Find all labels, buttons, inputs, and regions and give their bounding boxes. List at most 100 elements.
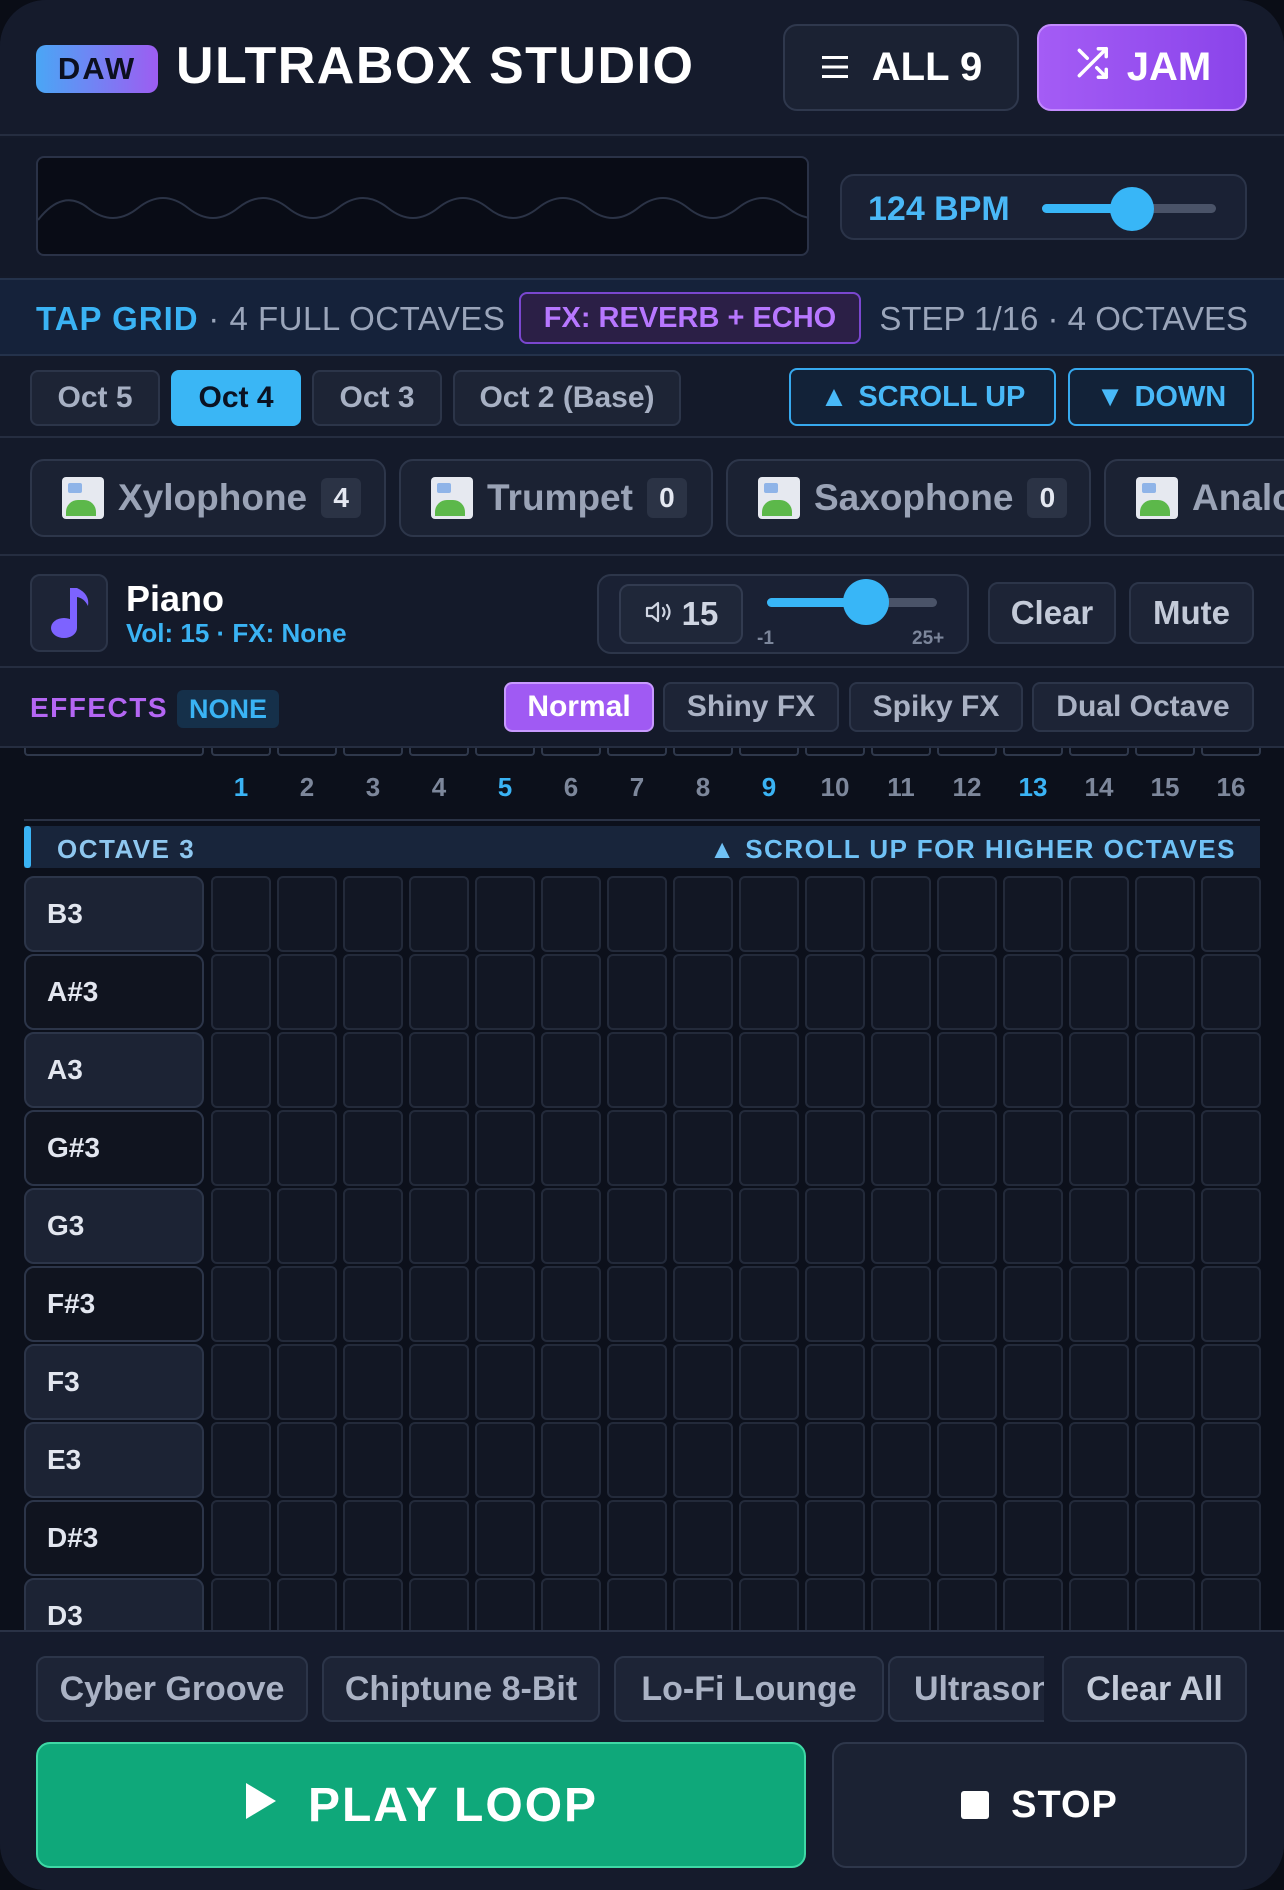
grid-cell[interactable] — [871, 1500, 931, 1576]
grid-cell[interactable] — [673, 1188, 733, 1264]
grid-cell[interactable] — [937, 1578, 997, 1630]
grid-cell[interactable] — [1069, 1032, 1129, 1108]
note-label[interactable]: E3 — [24, 1422, 204, 1498]
grid-cell[interactable] — [607, 1188, 667, 1264]
grid-cell[interactable] — [541, 1032, 601, 1108]
grid-cell[interactable] — [475, 1110, 535, 1186]
grid-cell[interactable] — [343, 1344, 403, 1420]
grid-cell[interactable] — [805, 1422, 865, 1498]
grid-cell[interactable] — [1201, 1188, 1261, 1264]
grid-cell[interactable] — [343, 1110, 403, 1186]
grid-cell[interactable] — [277, 954, 337, 1030]
grid-cell[interactable] — [805, 1344, 865, 1420]
grid-cell[interactable] — [871, 876, 931, 952]
grid-cell[interactable] — [607, 1422, 667, 1498]
grid-cell[interactable] — [739, 954, 799, 1030]
grid-cell[interactable] — [673, 954, 733, 1030]
note-label[interactable]: F#3 — [24, 1266, 204, 1342]
grid-cell[interactable] — [1201, 1578, 1261, 1630]
grid-cell[interactable] — [805, 1266, 865, 1342]
note-label[interactable]: D#3 — [24, 1500, 204, 1576]
grid-cell[interactable] — [1069, 1188, 1129, 1264]
grid-cell[interactable] — [1069, 1422, 1129, 1498]
grid-cell[interactable] — [211, 1032, 271, 1108]
grid-cell[interactable] — [211, 954, 271, 1030]
octave-tab-2[interactable]: Oct 2 (Base) — [453, 370, 681, 426]
volume-slider-thumb[interactable] — [842, 579, 889, 625]
grid-cell[interactable] — [409, 1500, 469, 1576]
grid-cell[interactable] — [1135, 876, 1195, 952]
grid-cell[interactable] — [607, 954, 667, 1030]
grid-cell[interactable] — [541, 1422, 601, 1498]
grid-cell[interactable] — [805, 954, 865, 1030]
clear-all-button[interactable]: Clear All — [1062, 1656, 1247, 1722]
preset-chiptune[interactable]: Chiptune 8-Bit — [322, 1656, 600, 1722]
scroll-down-button[interactable]: ▼ DOWN — [1068, 368, 1254, 426]
grid-cell[interactable] — [277, 1500, 337, 1576]
grid-cell[interactable] — [1201, 876, 1261, 952]
grid-cell[interactable] — [1135, 1032, 1195, 1108]
grid-cell[interactable] — [541, 1500, 601, 1576]
effect-dual-octave-button[interactable]: Dual Octave — [1032, 682, 1254, 732]
instrument-analog[interactable]: Analo — [1104, 459, 1284, 537]
grid-cell[interactable] — [673, 1422, 733, 1498]
grid-cell[interactable] — [607, 1110, 667, 1186]
grid-cell[interactable] — [541, 1188, 601, 1264]
grid-cell[interactable] — [211, 1110, 271, 1186]
grid-cell[interactable] — [1135, 1500, 1195, 1576]
grid-cell[interactable] — [607, 1344, 667, 1420]
grid-cell[interactable] — [805, 876, 865, 952]
grid-cell[interactable] — [1135, 954, 1195, 1030]
grid-cell[interactable] — [343, 1578, 403, 1630]
grid-cell[interactable] — [409, 954, 469, 1030]
grid-cell[interactable] — [1069, 1266, 1129, 1342]
preset-lofi-lounge[interactable]: Lo-Fi Lounge — [614, 1656, 884, 1722]
grid-cell[interactable] — [937, 1344, 997, 1420]
grid-cell[interactable] — [1201, 1110, 1261, 1186]
grid-cell[interactable] — [475, 1188, 535, 1264]
grid-cell[interactable] — [1003, 1110, 1063, 1186]
grid-cell[interactable] — [1135, 1344, 1195, 1420]
grid-cell[interactable] — [739, 1266, 799, 1342]
grid-cell[interactable] — [739, 1578, 799, 1630]
grid-cell[interactable] — [475, 1032, 535, 1108]
grid-cell[interactable] — [541, 954, 601, 1030]
grid-cell[interactable] — [871, 1266, 931, 1342]
grid-cell[interactable] — [343, 1266, 403, 1342]
jam-button[interactable]: JAM — [1037, 24, 1247, 111]
grid-cell[interactable] — [1069, 954, 1129, 1030]
bpm-slider-thumb[interactable] — [1110, 187, 1155, 231]
grid-cell[interactable] — [673, 1578, 733, 1630]
grid-cell[interactable] — [211, 1422, 271, 1498]
note-label[interactable]: G#3 — [24, 1110, 204, 1186]
grid-cell[interactable] — [211, 1188, 271, 1264]
note-label[interactable]: A#3 — [24, 954, 204, 1030]
grid-cell[interactable] — [541, 1266, 601, 1342]
grid-cell[interactable] — [673, 1110, 733, 1186]
grid-cell[interactable] — [409, 1344, 469, 1420]
grid-cell[interactable] — [1003, 1032, 1063, 1108]
grid-cell[interactable] — [1003, 876, 1063, 952]
instrument-saxophone[interactable]: Saxophone 0 — [726, 459, 1091, 537]
grid-cell[interactable] — [937, 1188, 997, 1264]
grid-cell[interactable] — [1135, 1188, 1195, 1264]
grid-cell[interactable] — [277, 1110, 337, 1186]
effect-shiny-button[interactable]: Shiny FX — [663, 682, 839, 732]
grid-cell[interactable] — [409, 1188, 469, 1264]
grid-cell[interactable] — [739, 1188, 799, 1264]
grid-cell[interactable] — [805, 1500, 865, 1576]
grid-cell[interactable] — [1003, 954, 1063, 1030]
note-label[interactable]: A3 — [24, 1032, 204, 1108]
grid-cell[interactable] — [937, 954, 997, 1030]
grid-cell[interactable] — [871, 1188, 931, 1264]
grid-cell[interactable] — [475, 1422, 535, 1498]
grid-cell[interactable] — [1135, 1266, 1195, 1342]
note-label[interactable]: F3 — [24, 1344, 204, 1420]
grid-cell[interactable] — [607, 1500, 667, 1576]
grid-cell[interactable] — [739, 1032, 799, 1108]
grid-cell[interactable] — [1003, 1500, 1063, 1576]
grid-cell[interactable] — [277, 1578, 337, 1630]
grid-cell[interactable] — [541, 1578, 601, 1630]
grid-cell[interactable] — [739, 1110, 799, 1186]
volume-slider[interactable] — [767, 579, 937, 625]
